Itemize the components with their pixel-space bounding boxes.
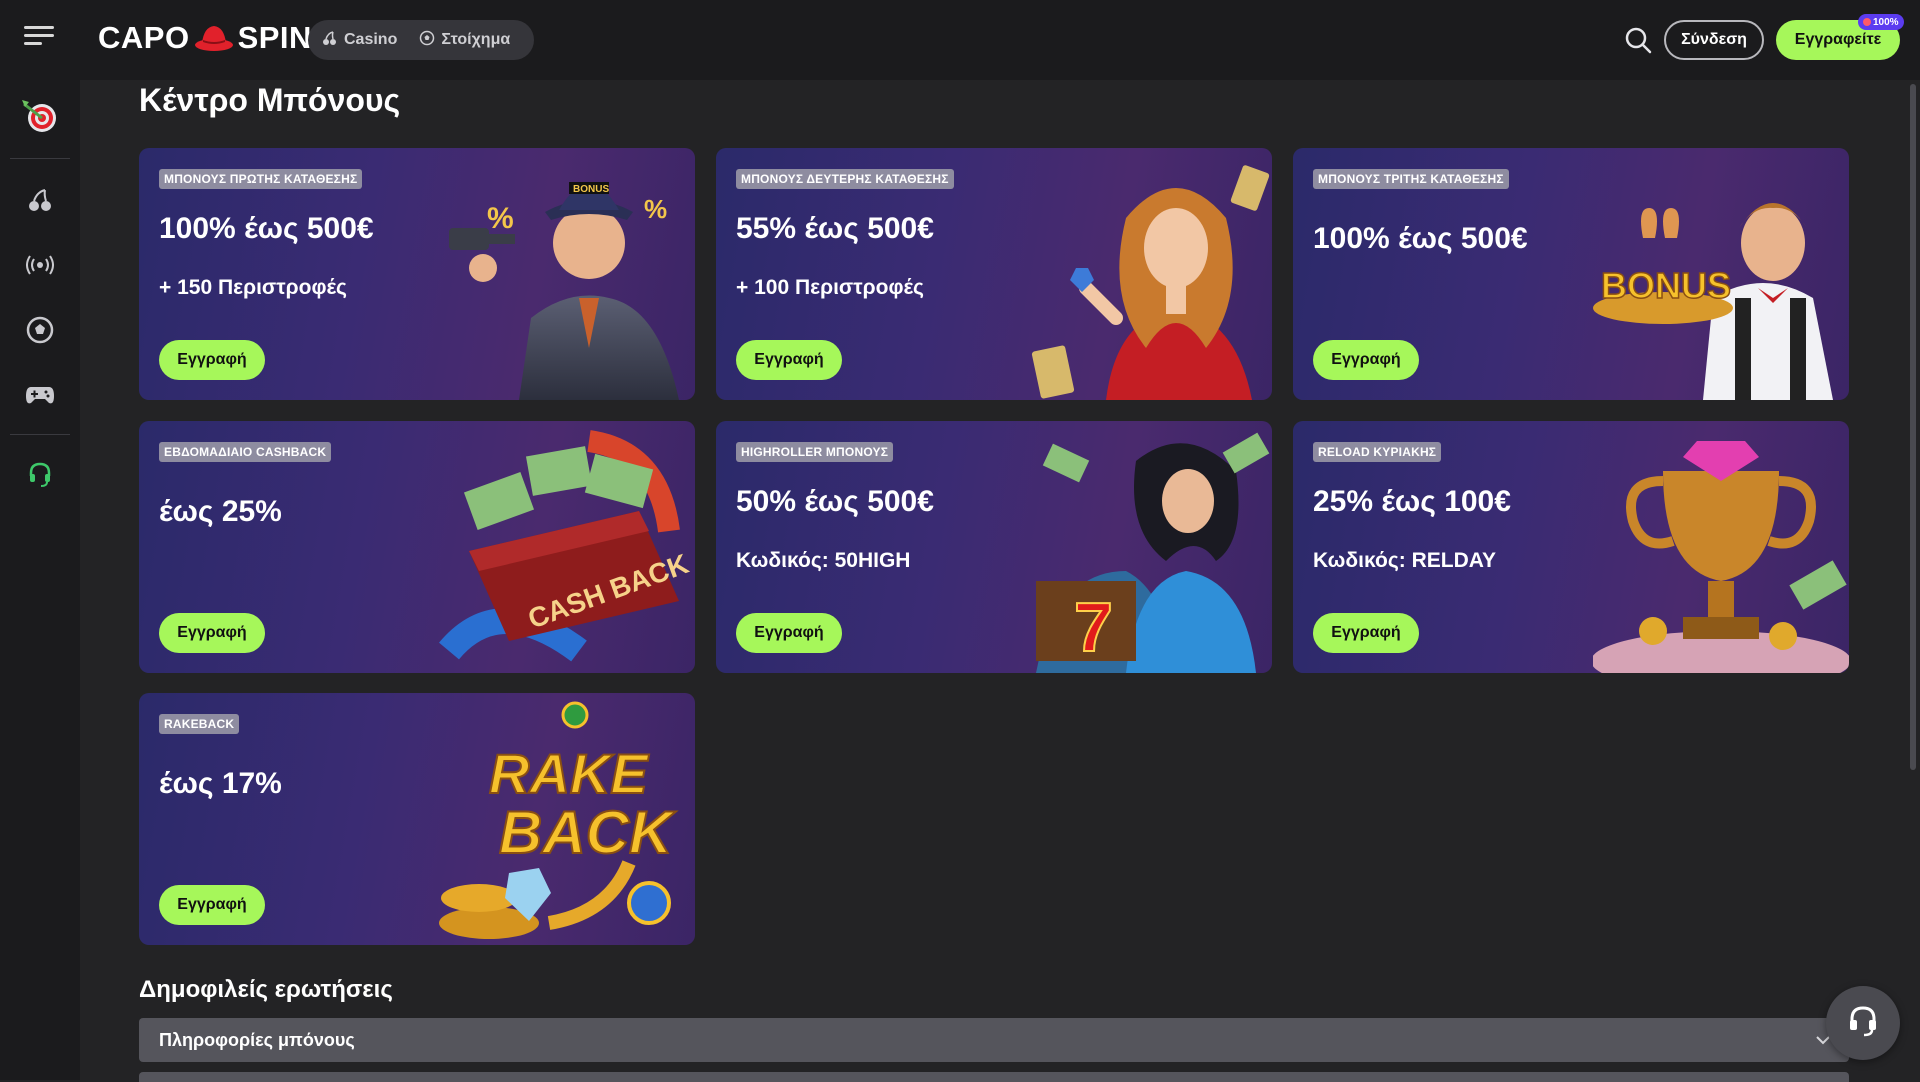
badge-label: 100%: [1873, 16, 1899, 28]
card-subtitle: Κωδικός: RELDAY: [1313, 549, 1496, 572]
register-button[interactable]: Εγγραφή: [159, 613, 265, 653]
card-headline: 50% έως 500€: [736, 485, 934, 518]
register-button[interactable]: Εγγραφή: [1313, 340, 1419, 380]
page-title: Κέντρο Μπόνους: [139, 82, 401, 118]
register-button[interactable]: Εγγραφή: [736, 340, 842, 380]
hamburger-menu-icon[interactable]: [24, 26, 54, 54]
logo-text-left: CAPO: [98, 20, 190, 55]
card-headline: 25% έως 100€: [1313, 485, 1511, 518]
card-subtitle: + 100 Περιστροφές: [736, 276, 924, 299]
card-headline: 100% έως 500€: [159, 212, 374, 245]
target-icon[interactable]: [20, 96, 60, 136]
bonus-card-sunday-reload[interactable]: RELOAD ΚΥΡΙΑΚΗΣ 25% έως 100€ Κωδικός: RE…: [1293, 421, 1849, 673]
cashback-suitcase-illustration: CASH BACK: [439, 421, 695, 673]
rakeback-illustration: RAKE BACK: [439, 693, 695, 945]
logo-text-right: SPIN: [237, 20, 312, 55]
card-headline: έως 17%: [159, 767, 282, 800]
top-header: CAPO SPIN Casino Στοίχημα Σύνδεση Εγγραφ…: [0, 0, 1920, 80]
sidebar-divider: [10, 434, 70, 435]
cherry-icon[interactable]: [20, 180, 60, 220]
soccer-ball-icon[interactable]: [20, 310, 60, 350]
tab-sports[interactable]: Στοίχημα: [415, 30, 514, 51]
bonus-card-first-deposit[interactable]: BONUS % % ΜΠΟΝΟΥΣ ΠΡΩΤΗΣ ΚΑΤΑΘΕΣΗΣ 100% …: [139, 148, 695, 400]
login-button[interactable]: Σύνδεση: [1664, 20, 1764, 60]
trophy-illustration: [1591, 421, 1849, 673]
card-tag: ΜΠΟΝΟΥΣ ΔΕΥΤΕΡΗΣ ΚΑΤΑΘΕΣΗΣ: [736, 169, 954, 189]
bonus-card-weekly-cashback[interactable]: CASH BACK ΕΒΔΟΜΑΔΙΑΙΟ CASHBACK έως 25% Ε…: [139, 421, 695, 673]
logo[interactable]: CAPO SPIN: [98, 16, 312, 60]
tab-casino-label: Casino: [344, 31, 398, 48]
art-text: RAKE: [489, 742, 649, 805]
faq-title: Δημοφιλείς ερωτήσεις: [139, 976, 393, 1003]
page-scrollbar[interactable]: [1910, 84, 1916, 770]
headset-icon: [1848, 1005, 1878, 1042]
card-subtitle: Κωδικός: 50HIGH: [736, 549, 911, 572]
search-icon[interactable]: [1622, 24, 1654, 56]
card-tag: ΜΠΟΝΟΥΣ ΠΡΩΤΗΣ ΚΑΤΑΘΕΣΗΣ: [159, 169, 363, 189]
svg-text:BONUS: BONUS: [573, 184, 609, 195]
soccer-ball-icon: [419, 30, 435, 51]
card-tag: ΜΠΟΝΟΥΣ ΤΡΙΤΗΣ ΚΑΤΑΘΕΣΗΣ: [1313, 169, 1509, 189]
card-headline: 55% έως 500€: [736, 212, 934, 245]
gamepad-icon[interactable]: [20, 375, 60, 415]
card-headline: 100% έως 500€: [1313, 222, 1528, 255]
register-button[interactable]: Εγγραφή: [159, 885, 265, 925]
register-button[interactable]: Εγγραφή: [736, 613, 842, 653]
card-headline: έως 25%: [159, 495, 282, 528]
register-bonus-badge: 100%: [1858, 14, 1904, 30]
register-button[interactable]: Εγγραφή: [159, 340, 265, 380]
bonus-card-highroller[interactable]: 7 HIGHROLLER ΜΠΟΝΟΥΣ 50% έως 500€ Κωδικό…: [716, 421, 1272, 673]
lady-seven-illustration: 7: [1016, 421, 1272, 673]
main-content: Κέντρο Μπόνους BONUS % % ΜΠΟΝΟΥΣ ΠΡΩΤΗΣ …: [80, 80, 1900, 1082]
tab-casino[interactable]: Casino: [318, 30, 401, 51]
support-chat-button[interactable]: [1826, 986, 1900, 1060]
bonus-card-second-deposit[interactable]: ΜΠΟΝΟΥΣ ΔΕΥΤΕΡΗΣ ΚΑΤΑΘΕΣΗΣ 55% έως 500€ …: [716, 148, 1272, 400]
queen-illustration: [1016, 148, 1272, 400]
svg-text:7: 7: [1074, 588, 1113, 666]
card-tag: RAKEBACK: [159, 714, 240, 734]
badge-dot-icon: [1863, 18, 1871, 26]
cherry-icon: [322, 30, 338, 51]
card-tag: RELOAD ΚΥΡΙΑΚΗΣ: [1313, 442, 1442, 462]
bonus-card-rakeback[interactable]: RAKE BACK RAKEBACK έως 17% Εγγραφή: [139, 693, 695, 945]
art-text: BACK: [499, 799, 676, 866]
bonus-card-third-deposit[interactable]: BONUS ΜΠΟΝΟΥΣ ΤΡΙΤΗΣ ΚΑΤΑΘΕΣΗΣ 100% έως …: [1293, 148, 1849, 400]
sidebar-divider: [10, 158, 70, 159]
card-subtitle: + 150 Περιστροφές: [159, 276, 347, 299]
faq-item[interactable]: [139, 1072, 1849, 1082]
tab-sports-label: Στοίχημα: [441, 31, 511, 48]
gangster-illustration: BONUS % %: [439, 148, 695, 400]
headset-icon[interactable]: [20, 455, 60, 495]
art-text: BONUS: [1601, 265, 1731, 306]
faq-item-label: Πληροφορίες μπόνους: [159, 1029, 355, 1050]
register-button[interactable]: Εγγραφή: [1313, 613, 1419, 653]
svg-text:%: %: [487, 202, 514, 235]
faq-item[interactable]: Πληροφορίες μπόνους: [139, 1018, 1849, 1062]
live-broadcast-icon[interactable]: [20, 245, 60, 285]
card-tag: HIGHROLLER ΜΠΟΝΟΥΣ: [736, 442, 894, 462]
card-tag: ΕΒΔΟΜΑΔΙΑΙΟ CASHBACK: [159, 442, 332, 462]
main-nav: Casino Στοίχημα: [308, 20, 534, 60]
waiter-illustration: BONUS: [1593, 148, 1849, 400]
fedora-hat-icon: [194, 21, 234, 55]
left-sidebar: [0, 80, 80, 1080]
svg-text:%: %: [644, 194, 667, 224]
